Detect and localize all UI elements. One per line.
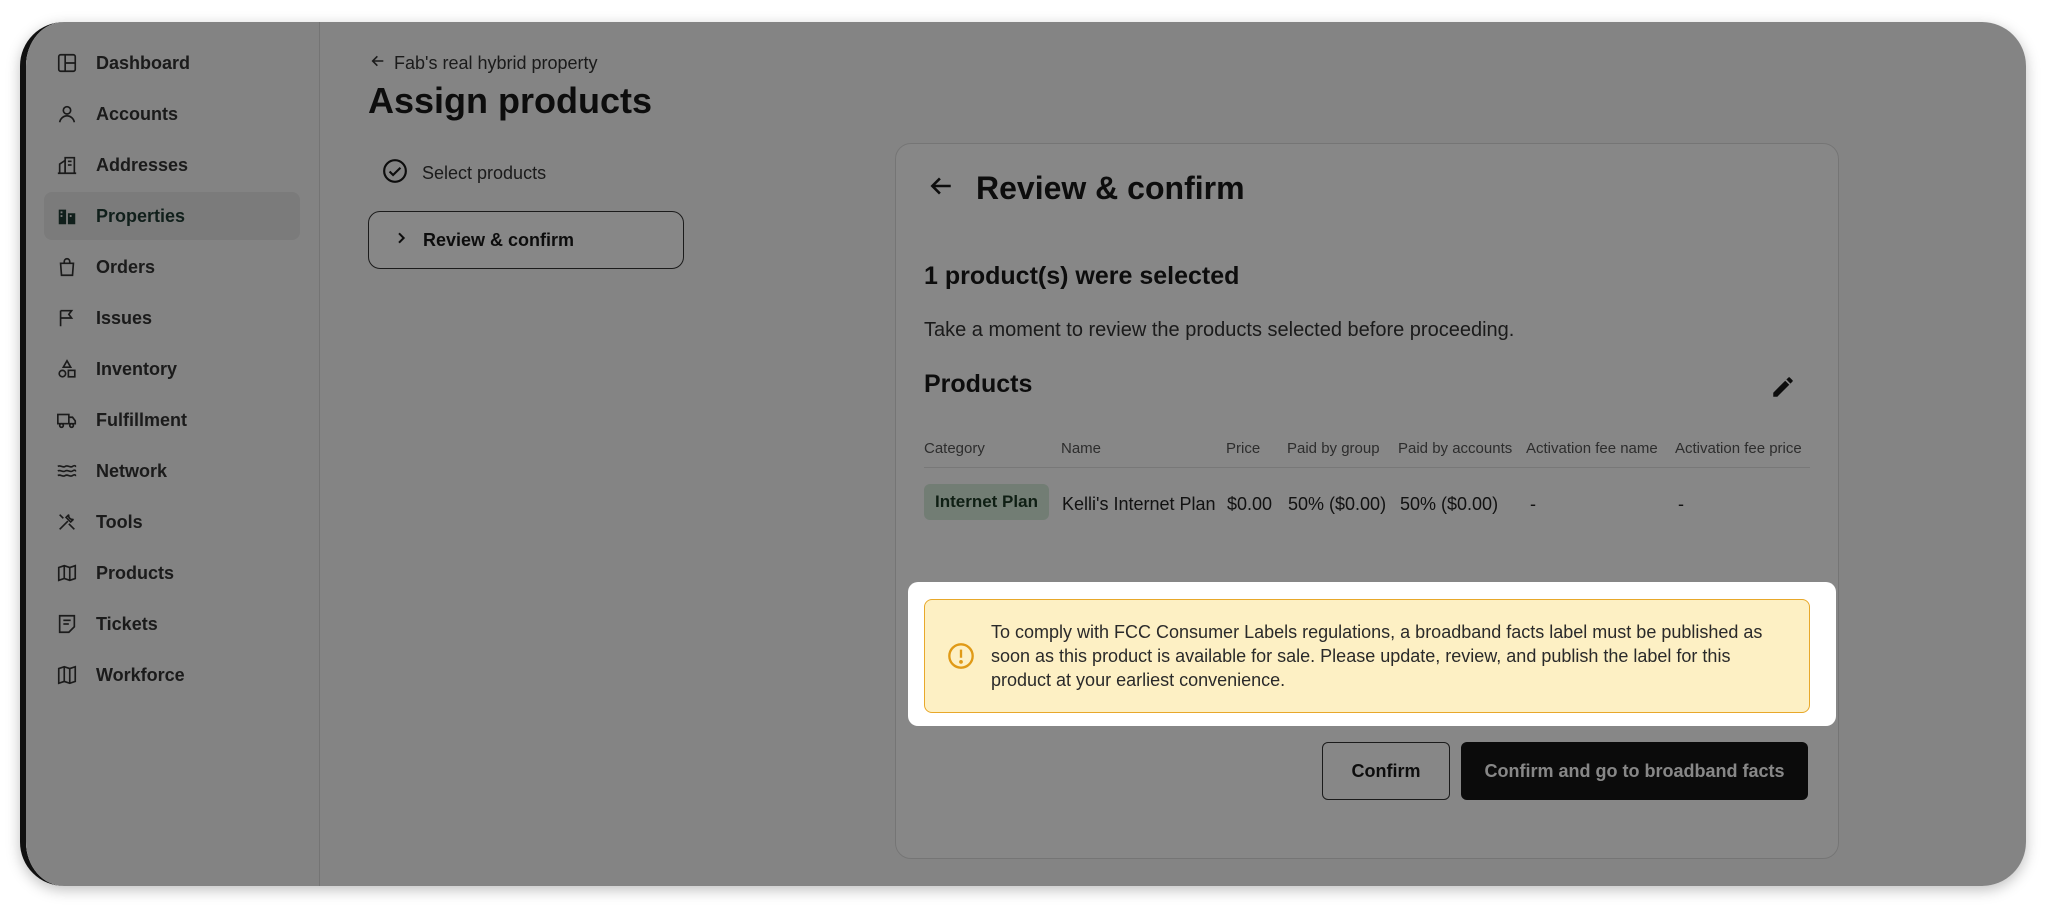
dashboard-icon	[56, 52, 78, 74]
map-book-icon	[56, 562, 78, 584]
col-category: Category	[924, 440, 985, 457]
review-panel: Review & confirm 1 product(s) were selec…	[895, 143, 1839, 859]
tools-icon	[56, 511, 78, 533]
buildings-icon	[56, 154, 78, 176]
shapes-icon	[56, 358, 78, 380]
edit-button[interactable]	[1768, 374, 1798, 404]
confirm-broadband-facts-button[interactable]: Confirm and go to broadband facts	[1461, 742, 1808, 800]
selected-count: 1 product(s) were selected	[924, 262, 1240, 290]
sidebar-item-label: Workforce	[96, 664, 185, 685]
sidebar-item-label: Properties	[96, 205, 186, 226]
ticket-icon	[56, 613, 78, 635]
review-note: Take a moment to review the products sel…	[924, 319, 1515, 341]
sidebar: Dashboard Accounts Addresses Properties …	[26, 22, 320, 886]
app-window: Dashboard Accounts Addresses Properties …	[20, 22, 2026, 886]
chevron-right-icon	[393, 230, 409, 251]
table-row[interactable]: Internet Plan Kelli's Internet Plan $0.0…	[924, 468, 1810, 542]
step-review-confirm[interactable]: Review & confirm	[368, 211, 684, 269]
col-fee-price: Activation fee price	[1675, 440, 1802, 457]
sidebar-item-label: Tools	[96, 511, 143, 532]
pencil-icon	[1770, 374, 1796, 405]
sidebar-item-inventory[interactable]: Inventory	[44, 345, 300, 393]
cell-fee-price: -	[1678, 494, 1684, 514]
back-arrow-button[interactable]	[928, 173, 954, 204]
map-icon	[56, 664, 78, 686]
step-label: Select products	[422, 163, 547, 183]
cell-fee-name: -	[1530, 494, 1536, 514]
sidebar-item-label: Accounts	[96, 103, 179, 124]
col-fee-name: Activation fee name	[1526, 440, 1658, 457]
truck-icon	[56, 409, 78, 431]
sidebar-item-accounts[interactable]: Accounts	[44, 90, 300, 138]
sidebar-item-label: Addresses	[96, 154, 189, 175]
col-paid-group: Paid by group	[1287, 440, 1380, 457]
sidebar-item-dashboard[interactable]: Dashboard	[44, 39, 300, 87]
sidebar-item-label: Network	[96, 460, 168, 481]
bag-icon	[56, 256, 78, 278]
back-link[interactable]: Fab's real hybrid property	[370, 53, 598, 74]
cell-price: $0.00	[1227, 494, 1273, 514]
check-circle-icon	[382, 158, 408, 189]
confirm-button[interactable]: Confirm	[1322, 742, 1450, 800]
sidebar-item-label: Issues	[96, 307, 153, 328]
main-content: Fab's real hybrid property Assign produc…	[320, 22, 2026, 886]
cell-name: Kelli's Internet Plan	[1062, 494, 1216, 514]
back-link-label: Fab's real hybrid property	[394, 53, 598, 73]
alert-text: To comply with FCC Consumer Labels regul…	[991, 622, 1763, 690]
sidebar-item-tools[interactable]: Tools	[44, 498, 300, 546]
sidebar-item-properties[interactable]: Properties	[44, 192, 300, 240]
panel-header: Review & confirm	[928, 170, 1245, 207]
sidebar-item-orders[interactable]: Orders	[44, 243, 300, 291]
building-icon	[56, 205, 78, 227]
col-name: Name	[1061, 440, 1102, 457]
sidebar-item-label: Dashboard	[96, 52, 191, 73]
cell-paid-accounts: 50% ($0.00)	[1400, 494, 1499, 514]
step-select-products[interactable]: Select products	[382, 158, 546, 189]
col-price: Price	[1226, 440, 1261, 457]
warning-icon	[947, 642, 975, 670]
cell-paid-group: 50% ($0.00)	[1288, 494, 1387, 514]
sidebar-item-label: Inventory	[96, 358, 178, 379]
sidebar-item-tickets[interactable]: Tickets	[44, 600, 300, 648]
sidebar-item-label: Orders	[96, 256, 156, 277]
sidebar-item-addresses[interactable]: Addresses	[44, 141, 300, 189]
category-badge: Internet Plan	[924, 484, 1049, 520]
step-label: Review & confirm	[423, 229, 575, 250]
products-heading: Products	[924, 370, 1033, 398]
arrow-left-icon	[370, 53, 386, 74]
sidebar-item-workforce[interactable]: Workforce	[44, 651, 300, 699]
sidebar-item-fulfillment[interactable]: Fulfillment	[44, 396, 300, 444]
sidebar-item-network[interactable]: Network	[44, 447, 300, 495]
alert-highlight: To comply with FCC Consumer Labels regul…	[908, 582, 1836, 726]
panel-title: Review & confirm	[976, 170, 1245, 206]
col-paid-accounts: Paid by accounts	[1398, 440, 1513, 457]
products-table: Category Name Price Paid by group Paid b…	[924, 434, 1810, 542]
sidebar-item-label: Products	[96, 562, 175, 583]
waves-icon	[56, 460, 78, 482]
sidebar-item-products[interactable]: Products	[44, 549, 300, 597]
sidebar-item-label: Tickets	[96, 613, 158, 634]
table-header: Category Name Price Paid by group Paid b…	[924, 434, 1810, 468]
sidebar-item-issues[interactable]: Issues	[44, 294, 300, 342]
fcc-warning-alert: To comply with FCC Consumer Labels regul…	[924, 599, 1810, 713]
user-icon	[56, 103, 78, 125]
sidebar-item-label: Fulfillment	[96, 409, 187, 430]
flag-icon	[56, 307, 78, 329]
page-title: Assign products	[368, 80, 653, 121]
